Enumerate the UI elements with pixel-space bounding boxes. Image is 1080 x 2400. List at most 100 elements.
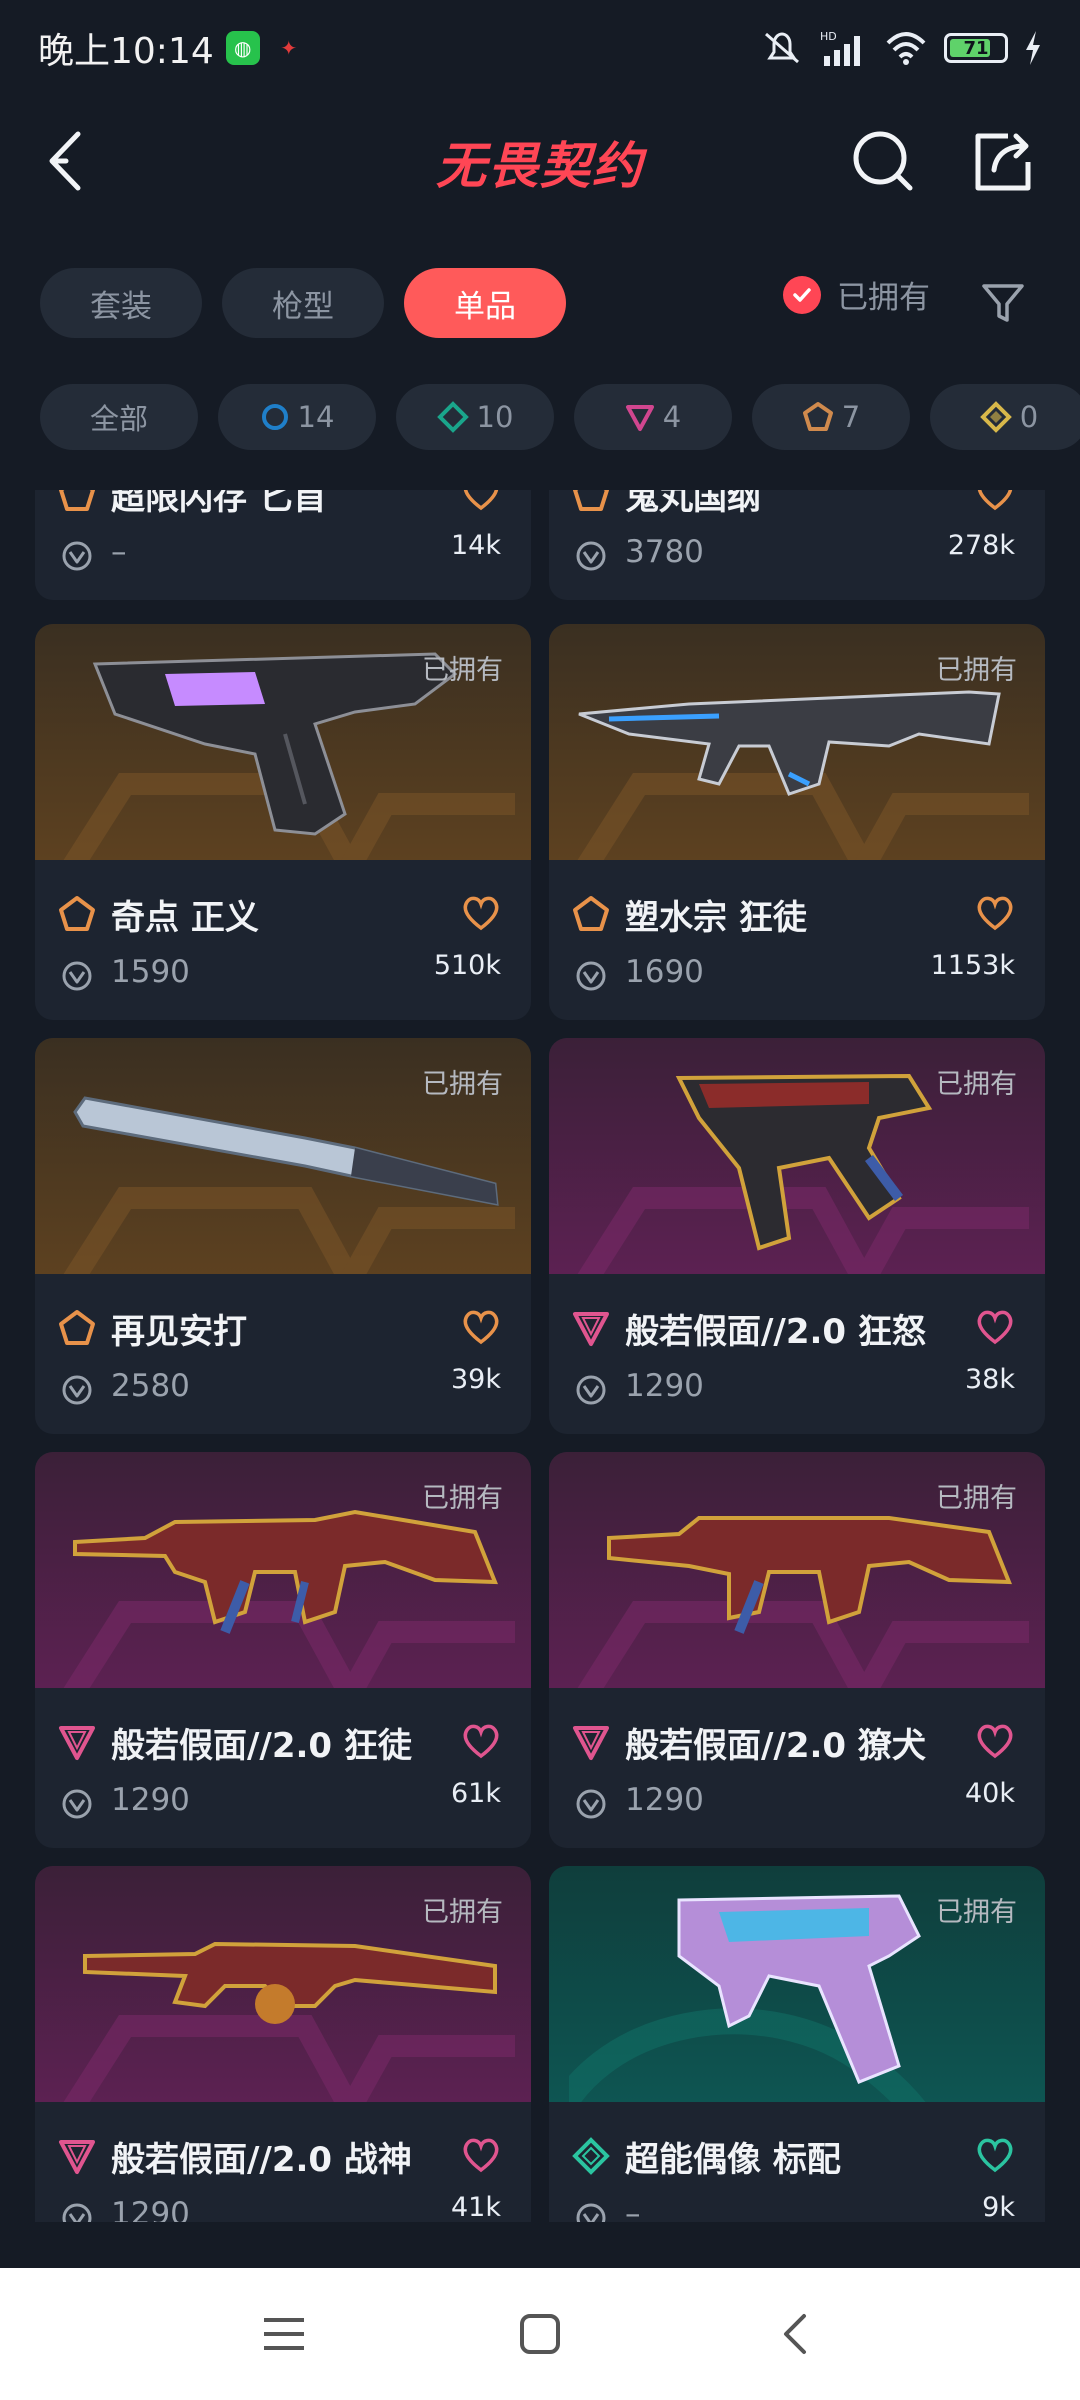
category-tabs: 套装 枪型 单品: [40, 268, 566, 338]
heart-icon[interactable]: [975, 1308, 1015, 1346]
item-likes: 14k: [451, 530, 501, 561]
item-price: 2580: [111, 1368, 190, 1404]
tier-filter-chips: 全部 14 10 4 7 0: [40, 384, 1080, 450]
chip-deluxe-tier[interactable]: 10: [396, 384, 554, 450]
item-image: 已拥有: [35, 1038, 531, 1274]
heart-icon[interactable]: [461, 1722, 501, 1760]
signal-icon: HD: [820, 30, 860, 66]
select-tier-icon: [261, 404, 288, 430]
item-price: 1290: [111, 1782, 190, 1818]
item-price: –: [111, 534, 127, 570]
item-card[interactable]: 已拥有 奇点 正义 1590 510k: [35, 624, 531, 1020]
item-name: 再见安打: [111, 1312, 247, 1352]
chip-exclusive-tier[interactable]: 7: [752, 384, 910, 450]
menu-icon[interactable]: [258, 2308, 310, 2360]
chip-count: 14: [297, 400, 335, 434]
search-icon[interactable]: [848, 126, 918, 196]
item-price: 3780: [625, 534, 704, 570]
chip-count: 7: [841, 400, 861, 434]
owned-badge: 已拥有: [936, 1483, 1017, 1514]
heart-icon[interactable]: [461, 1308, 501, 1346]
back-nav-icon[interactable]: [770, 2308, 822, 2360]
premium-tier-icon: [573, 1312, 609, 1346]
heart-icon[interactable]: [975, 2136, 1015, 2174]
premium-tier-icon: [573, 1726, 609, 1760]
tab-items[interactable]: 单品: [404, 268, 566, 338]
wechat-icon: ◍: [225, 31, 260, 65]
item-name: 超能偶像 标配: [625, 2140, 841, 2180]
item-card[interactable]: 已拥有 般若假面//2.0 獠犬 1290 40k: [549, 1452, 1045, 1848]
charging-icon: [1026, 31, 1040, 65]
chip-select-tier[interactable]: 14: [218, 384, 376, 450]
heart-icon[interactable]: [975, 490, 1015, 512]
item-grid: 超限闪存 匕首 – 14k 鬼丸国纲 3780 278k 已拥有 奇点 正义 1…: [35, 490, 1045, 2222]
item-price: 1290: [625, 1368, 704, 1404]
exclusive-tier-icon: [59, 1310, 95, 1345]
item-card[interactable]: 超限闪存 匕首 – 14k: [35, 490, 531, 600]
valorant-points-icon: [576, 1789, 606, 1819]
filter-icon[interactable]: [980, 280, 1026, 326]
item-image: 已拥有: [35, 1866, 531, 2102]
exclusive-tier-icon: [59, 490, 95, 511]
item-likes: 41k: [451, 2192, 501, 2222]
chip-label: 全部: [89, 402, 148, 436]
exclusive-tier-icon: [59, 896, 95, 931]
owned-label: 已拥有: [837, 280, 930, 316]
valorant-points-icon: [62, 2203, 92, 2222]
heart-icon[interactable]: [975, 894, 1015, 932]
chip-all[interactable]: 全部: [40, 384, 198, 450]
item-card[interactable]: 已拥有 般若假面//2.0 狂怒 1290 38k: [549, 1038, 1045, 1434]
heart-icon[interactable]: [461, 490, 501, 512]
svg-text:HD: HD: [820, 30, 837, 43]
check-icon: [783, 275, 821, 314]
item-price: 1590: [111, 954, 190, 990]
battery-icon: 71: [944, 33, 1008, 63]
item-card[interactable]: 已拥有 超能偶像 标配 – 9k: [549, 1866, 1045, 2222]
tab-weapon-types[interactable]: 枪型: [222, 268, 384, 338]
item-likes: 9k: [982, 2192, 1015, 2222]
chip-count: 4: [662, 400, 682, 434]
item-price: 1290: [111, 2196, 190, 2222]
valorant-points-icon: [62, 1375, 92, 1405]
app-notification-icon: ✦: [280, 36, 298, 60]
item-card[interactable]: 已拥有 般若假面//2.0 狂徒 1290 61k: [35, 1452, 531, 1848]
status-bar: 晚上10:14 ◍ ✦ HD 71: [0, 0, 1080, 96]
item-likes: 38k: [965, 1364, 1015, 1395]
deluxe-tier-icon: [572, 2137, 610, 2175]
mute-icon: [765, 32, 799, 64]
item-price: 1290: [625, 1782, 704, 1818]
item-name: 超限闪存 匕首: [111, 490, 327, 518]
chip-premium-tier[interactable]: 4: [574, 384, 732, 450]
item-image: 已拥有: [549, 1452, 1045, 1688]
item-name: 奇点 正义: [111, 898, 259, 938]
valorant-points-icon: [62, 961, 92, 991]
item-likes: 39k: [451, 1364, 501, 1395]
tab-sets[interactable]: 套装: [40, 268, 202, 338]
item-card[interactable]: 已拥有 塑水宗 狂徒 1690 1153k: [549, 624, 1045, 1020]
home-icon[interactable]: [514, 2308, 566, 2360]
heart-icon[interactable]: [975, 1722, 1015, 1760]
owned-badge: 已拥有: [422, 1069, 503, 1100]
owned-toggle[interactable]: 已拥有: [783, 272, 930, 317]
chip-count: 10: [476, 400, 514, 434]
valorant-points-icon: [576, 961, 606, 991]
valorant-points-icon: [576, 2203, 606, 2222]
premium-tier-icon: [59, 2140, 95, 2174]
item-likes: 61k: [451, 1778, 501, 1809]
item-price: 1690: [625, 954, 704, 990]
item-card[interactable]: 已拥有 般若假面//2.0 战神 1290 41k: [35, 1866, 531, 2222]
header: 无畏契约: [0, 96, 1080, 226]
exclusive-tier-icon: [573, 896, 609, 931]
item-card[interactable]: 鬼丸国纲 3780 278k: [549, 490, 1045, 600]
heart-icon[interactable]: [461, 894, 501, 932]
item-name: 般若假面//2.0 战神: [111, 2140, 412, 2180]
item-image: 已拥有: [35, 1452, 531, 1688]
valorant-points-icon: [62, 541, 92, 571]
chip-ultra-tier[interactable]: 0: [930, 384, 1080, 450]
ultra-tier-icon: [979, 401, 1012, 433]
exclusive-tier-icon: [802, 402, 833, 431]
item-likes: 40k: [965, 1778, 1015, 1809]
share-icon[interactable]: [968, 126, 1038, 196]
item-card[interactable]: 已拥有 再见安打 2580 39k: [35, 1038, 531, 1434]
heart-icon[interactable]: [461, 2136, 501, 2174]
